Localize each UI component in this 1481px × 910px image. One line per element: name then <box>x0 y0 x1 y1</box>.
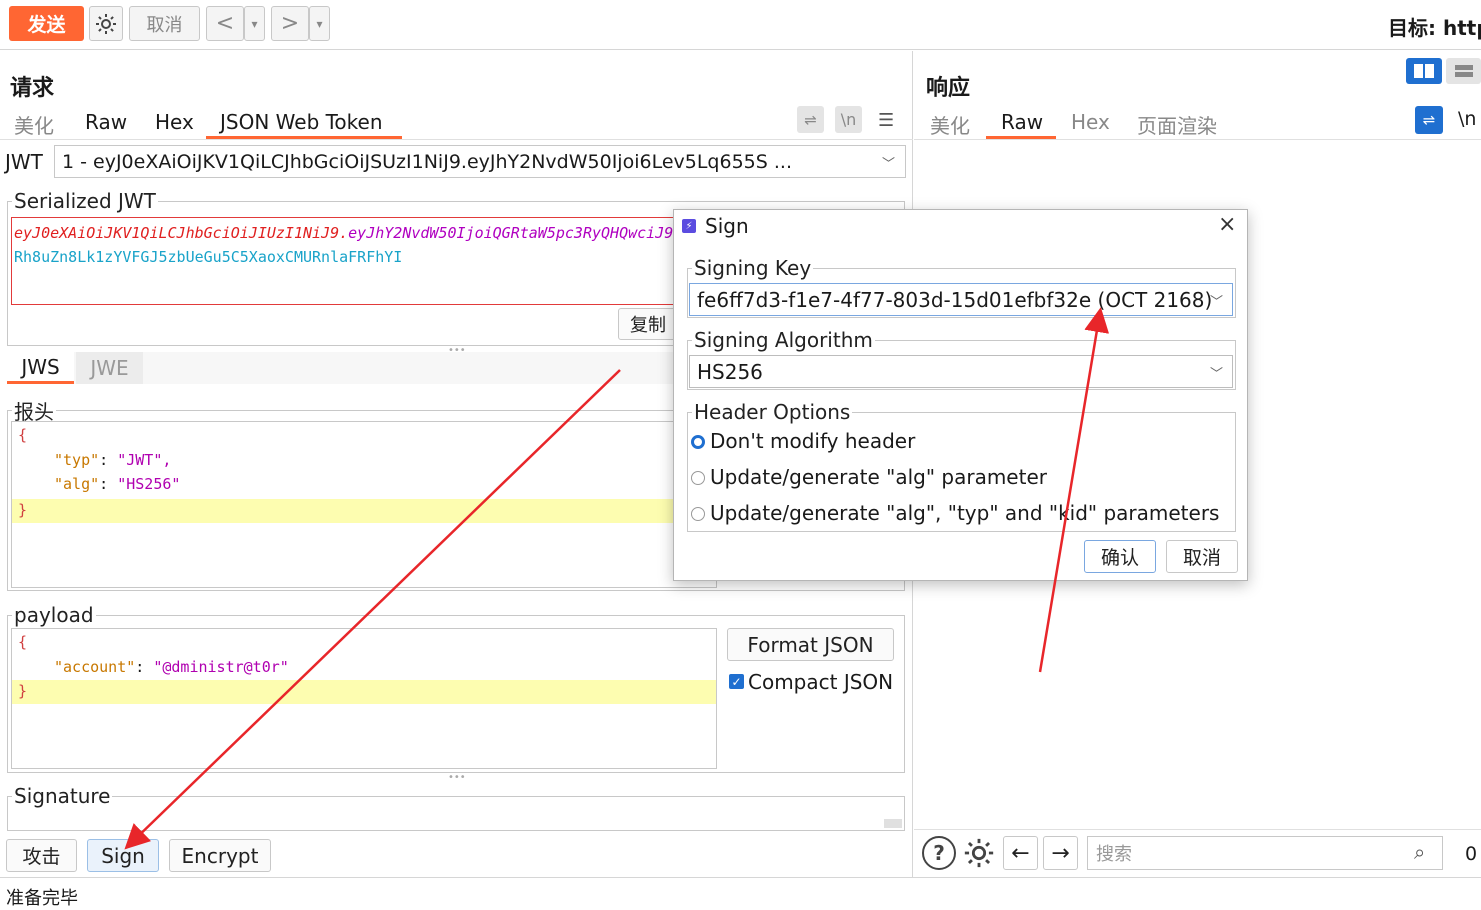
arrow-to-sign-button <box>124 369 621 850</box>
annotation-arrows <box>124 307 1110 850</box>
arrow-to-signing-key <box>1038 307 1110 673</box>
